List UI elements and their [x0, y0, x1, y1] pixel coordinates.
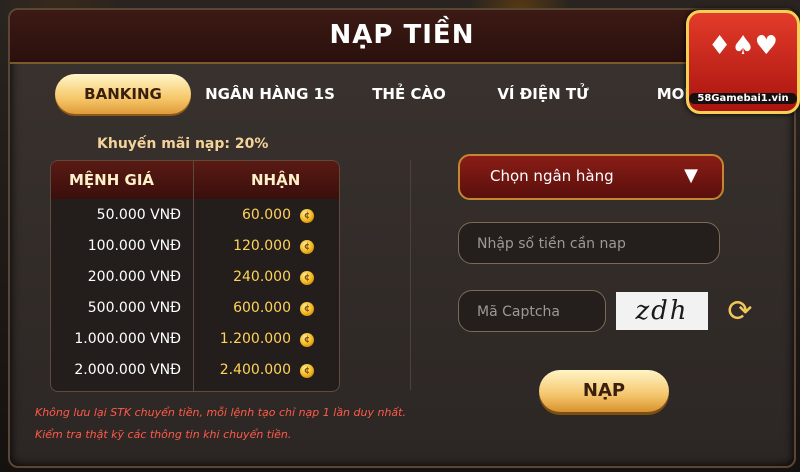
brand-logo: ♦♠♥ 58Gamebai1.vin [686, 10, 800, 114]
coin-icon: ¢ [300, 271, 314, 285]
coin-icon: ¢ [300, 240, 314, 254]
table-row: 1.000.000 VNĐ 1.200.000 ¢ [51, 325, 339, 356]
table-row: 2.000.000 VNĐ 2.400.000 ¢ [51, 356, 339, 387]
coin-icon: ¢ [300, 364, 314, 378]
row-amount: 2.000.000 VNĐ [74, 362, 181, 378]
row-receive: 60.000 [242, 207, 291, 223]
row-receive: 600.000 [233, 300, 291, 316]
amount-input[interactable]: Nhập số tiền cần nap [458, 222, 720, 264]
rate-table: MỆNH GIÁ NHẬN 50.000 VNĐ 60.000 ¢ 100.00… [50, 160, 340, 392]
coin-icon: ¢ [300, 333, 314, 347]
tab-bank-1s[interactable]: NGÂN HÀNG 1S [205, 74, 335, 114]
logo-text: 58Gamebai1.vin [689, 93, 797, 104]
captcha-input[interactable]: Mã Captcha [458, 290, 606, 332]
table-header: MỆNH GIÁ NHẬN [51, 161, 339, 199]
row-amount: 500.000 VNĐ [87, 300, 181, 316]
row-receive: 240.000 [233, 269, 291, 285]
row-amount: 50.000 VNĐ [96, 207, 181, 223]
row-amount: 1.000.000 VNĐ [74, 331, 181, 347]
row-receive: 1.200.000 [219, 331, 291, 347]
warning-note: Không lưu lại STK chuyển tiền, mỗi lệnh … [35, 406, 406, 419]
tab-banking[interactable]: BANKING [55, 74, 191, 114]
deposit-dialog: NẠP TIỀN BANKING NGÂN HÀNG 1S THẺ CÀO VÍ… [8, 8, 796, 468]
table-row: 50.000 VNĐ 60.000 ¢ [51, 201, 339, 232]
row-amount: 100.000 VNĐ [87, 238, 181, 254]
table-row: 200.000 VNĐ 240.000 ¢ [51, 263, 339, 294]
table-row: 100.000 VNĐ 120.000 ¢ [51, 232, 339, 263]
tab-card[interactable]: THẺ CÀO [357, 74, 461, 114]
bank-select[interactable]: Chọn ngân hàng ▼ [458, 154, 724, 200]
promo-text: Khuyến mãi nạp: 20% [97, 136, 269, 152]
dropdown-arrow-icon: ▼ [684, 165, 698, 186]
row-amount: 200.000 VNĐ [87, 269, 181, 285]
tab-ewallet[interactable]: VÍ ĐIỆN TỬ [487, 74, 599, 114]
column-separator [410, 160, 411, 390]
header-receive: NHẬN [251, 171, 301, 189]
submit-button[interactable]: NẠP [539, 370, 669, 412]
bank-select-label: Chọn ngân hàng [490, 167, 614, 185]
captcha-image: zdh [616, 292, 708, 330]
coin-icon: ¢ [300, 302, 314, 316]
dialog-header: NẠP TIỀN [10, 10, 794, 64]
warning-note: Kiểm tra thật kỹ các thông tin khi chuyể… [35, 428, 292, 441]
coin-icon: ¢ [300, 209, 314, 223]
row-receive: 2.400.000 [219, 362, 291, 378]
dialog-title: NẠP TIỀN [329, 20, 475, 50]
playing-cards-icon: ♦♠♥ [708, 31, 778, 61]
refresh-captcha-icon[interactable]: ⟳ [722, 294, 758, 330]
row-receive: 120.000 [233, 238, 291, 254]
table-row: 500.000 VNĐ 600.000 ¢ [51, 294, 339, 325]
header-denomination: MỆNH GIÁ [69, 171, 155, 189]
